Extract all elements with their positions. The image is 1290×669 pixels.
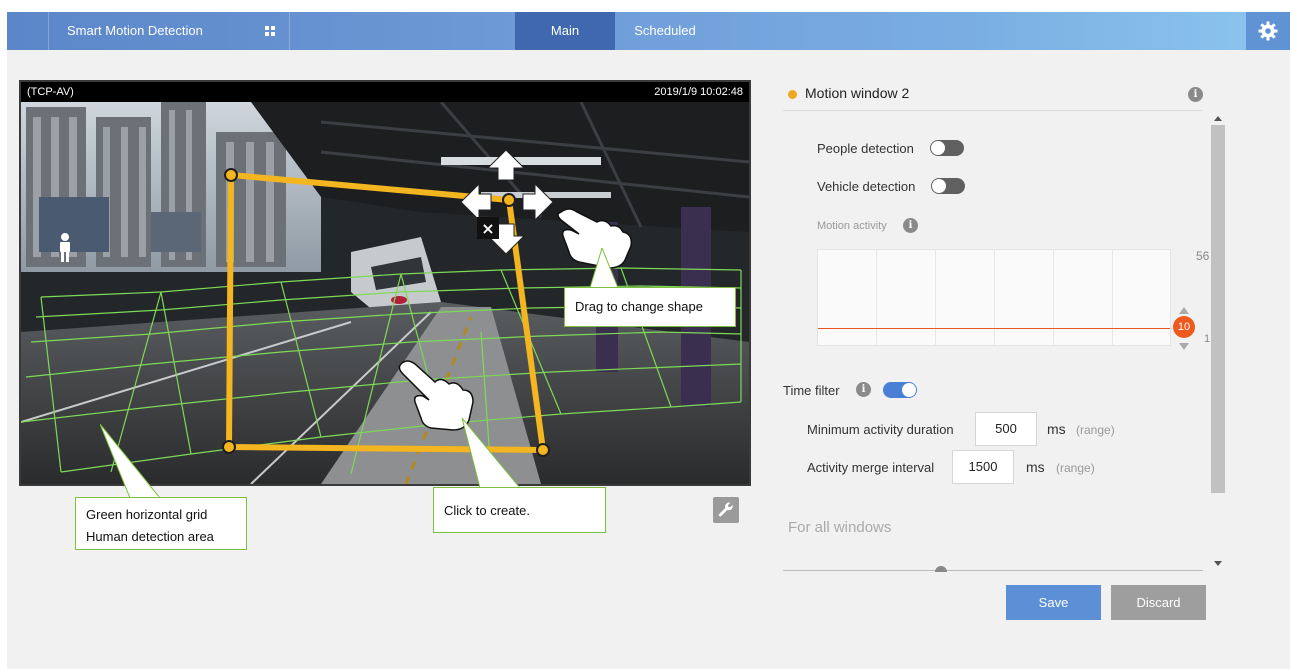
time-filter-label: Time filter: [783, 383, 840, 398]
callout-line: Green horizontal grid: [86, 507, 208, 522]
chart-gridline: [994, 250, 995, 345]
window-color-dot: [788, 90, 797, 99]
top-bar: Smart Motion Detection Main Scheduled: [7, 12, 1290, 50]
save-button[interactable]: Save: [1006, 585, 1101, 620]
merge-interval-label: Activity merge interval: [807, 460, 935, 475]
wrench-icon: [718, 502, 733, 517]
callout-tail: [589, 248, 619, 290]
gear-icon: [1258, 21, 1278, 41]
motion-window-title: Motion window 2: [805, 85, 910, 101]
min-duration-range: (range): [1076, 423, 1115, 437]
chart-gridline: [935, 250, 936, 345]
tools-button[interactable]: [713, 497, 739, 523]
time-filter-toggle[interactable]: [883, 382, 917, 398]
stream-label: (TCP-AV): [27, 86, 74, 98]
people-detection-toggle[interactable]: [930, 140, 964, 156]
settings-scroll-area[interactable]: People detection Vehicle detection Motio…: [783, 110, 1225, 572]
info-icon[interactable]: i: [903, 218, 918, 233]
info-icon[interactable]: i: [1188, 87, 1203, 102]
chart-gridline: [876, 250, 877, 345]
divider: [289, 12, 290, 50]
callout-tail: [100, 424, 162, 500]
tab-scheduled[interactable]: Scheduled: [615, 12, 715, 50]
vehicle-detection-label: Vehicle detection: [817, 179, 916, 194]
merge-interval-range: (range): [1056, 461, 1095, 475]
slider-track[interactable]: [783, 570, 1203, 571]
motion-window-header: Motion window 2 i: [783, 80, 1225, 108]
video-header: (TCP-AV) 2019/1/9 10:02:48: [21, 82, 749, 102]
tab-main[interactable]: Main: [515, 12, 615, 50]
threshold-line: [818, 328, 1170, 329]
threshold-down-arrow[interactable]: [1179, 343, 1189, 350]
scroll-down-arrow[interactable]: [1214, 561, 1222, 566]
threshold-up-arrow[interactable]: [1179, 307, 1189, 314]
scrollbar-thumb[interactable]: [1211, 125, 1225, 493]
drag-callout: Drag to change shape: [564, 287, 736, 327]
all-windows-title: For all windows: [788, 519, 892, 536]
slider-handle[interactable]: [935, 566, 947, 572]
svg-text:×: ×: [481, 219, 494, 238]
min-duration-input[interactable]: 500: [975, 412, 1037, 446]
vehicle-detection-toggle[interactable]: [931, 178, 965, 194]
callout-line: Human detection area: [86, 529, 214, 544]
motion-activity-chart: [817, 249, 1171, 346]
people-detection-label: People detection: [817, 141, 914, 156]
scrollbar[interactable]: [1211, 110, 1225, 572]
chart-max-label: 56: [1196, 249, 1210, 263]
apps-grid-icon[interactable]: [265, 26, 275, 36]
chart-min-label: 1: [1204, 333, 1211, 345]
settings-button[interactable]: [1246, 12, 1290, 50]
discard-button[interactable]: Discard: [1111, 585, 1206, 620]
grid-callout: Green horizontal grid Human detection ar…: [75, 497, 247, 550]
divider: [783, 110, 1203, 111]
threshold-handle[interactable]: 10: [1173, 316, 1195, 338]
motion-activity-label: Motion activity: [817, 220, 887, 232]
chart-gridline: [1112, 250, 1113, 345]
create-callout: Click to create.: [433, 487, 606, 533]
merge-interval-input[interactable]: 1500: [952, 450, 1014, 484]
chart-gridline: [1053, 250, 1054, 345]
merge-interval-unit: ms: [1026, 459, 1045, 475]
divider: [48, 12, 49, 50]
callout-tail: [461, 418, 522, 490]
video-timestamp: 2019/1/9 10:02:48: [654, 86, 743, 98]
app-title: Smart Motion Detection: [67, 23, 203, 38]
min-duration-unit: ms: [1047, 421, 1066, 437]
scroll-up-arrow[interactable]: [1214, 116, 1222, 121]
min-duration-label: Minimum activity duration: [807, 422, 954, 437]
info-icon[interactable]: i: [856, 382, 871, 397]
